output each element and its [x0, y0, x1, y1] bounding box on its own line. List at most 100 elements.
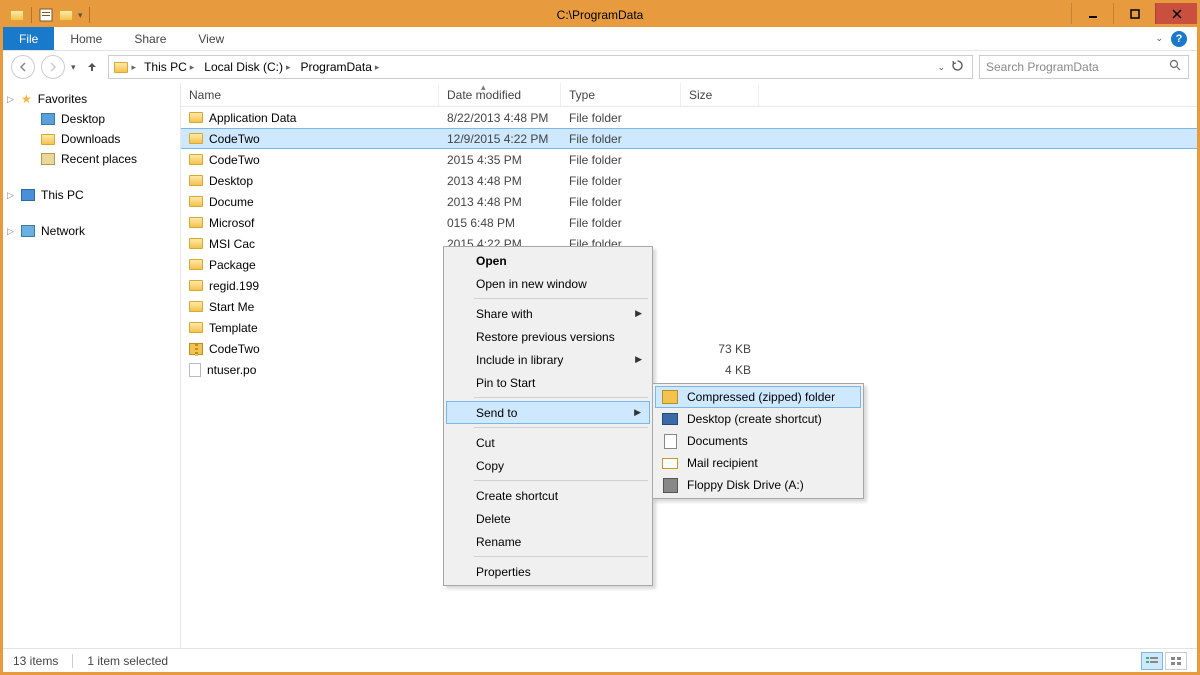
menu-item[interactable]: Restore previous versions	[446, 325, 650, 348]
folder-icon	[189, 196, 203, 207]
sort-indicator-icon: ▴	[481, 83, 486, 93]
file-type: File folder	[561, 153, 681, 167]
context-submenu: Compressed (zipped) folderDesktop (creat…	[652, 383, 864, 499]
menu-item[interactable]: Send to▶	[446, 401, 650, 424]
sidebar-favorites[interactable]: ▷★Favorites	[3, 89, 180, 109]
desktop-icon	[41, 113, 55, 125]
table-row[interactable]: MSI Cac2015 4:22 PMFile folder	[181, 233, 1197, 254]
tab-share[interactable]: Share	[118, 27, 182, 50]
network-icon	[21, 225, 35, 237]
tab-home[interactable]: Home	[54, 27, 118, 50]
table-row[interactable]: CodeTwo 2015 4:35 PMFile folder	[181, 149, 1197, 170]
table-row[interactable]: Microsof015 6:48 PMFile folder	[181, 212, 1197, 233]
refresh-icon[interactable]	[951, 59, 964, 75]
help-icon[interactable]: ?	[1171, 31, 1187, 47]
sidebar-item-downloads[interactable]: Downloads	[3, 129, 180, 149]
file-size: 4 KB	[681, 363, 759, 377]
window-title: C:\ProgramData	[557, 8, 644, 22]
menu-item[interactable]: Open	[446, 249, 650, 272]
addressbar[interactable]: ▸ This PC▸ Local Disk (C:)▸ ProgramData▸…	[108, 55, 973, 79]
folder-icon	[189, 322, 203, 333]
pc-icon	[21, 189, 35, 201]
table-row[interactable]: CodeTwo12/9/2015 4:22 PMFile folder	[181, 128, 1197, 149]
view-icons-button[interactable]	[1165, 652, 1187, 670]
close-button[interactable]	[1155, 3, 1197, 24]
view-details-button[interactable]	[1141, 652, 1163, 670]
menu-item[interactable]: Cut	[446, 431, 650, 454]
menu-item[interactable]: Create shortcut	[446, 484, 650, 507]
submenu-arrow-icon: ▶	[635, 308, 642, 319]
file-date: 2015 4:35 PM	[439, 153, 561, 167]
minimize-button[interactable]	[1071, 3, 1113, 24]
menu-item[interactable]: Open in new window	[446, 272, 650, 295]
newfolder-icon[interactable]	[58, 7, 74, 23]
col-name[interactable]: Name	[181, 83, 439, 106]
submenu-item[interactable]: Mail recipient	[655, 452, 861, 474]
table-row[interactable]: regid.199	[181, 275, 1197, 296]
folder-icon	[41, 134, 55, 145]
ribbon-expand-icon[interactable]: ⌄	[1155, 33, 1163, 44]
menu-item[interactable]: Properties	[446, 560, 650, 583]
table-row[interactable]: Package015 6:48 PMFile folder	[181, 254, 1197, 275]
breadcrumb-thispc[interactable]: This PC▸	[139, 56, 199, 78]
breadcrumb-programdata[interactable]: ProgramData▸	[296, 56, 385, 78]
context-menu: OpenOpen in new window Share with▶Restore…	[443, 246, 653, 586]
qat-dropdown-icon[interactable]: ▾	[78, 10, 83, 21]
submenu-arrow-icon: ▶	[634, 407, 641, 418]
table-row[interactable]: Start Me	[181, 296, 1197, 317]
submenu-item[interactable]: Compressed (zipped) folder	[655, 386, 861, 408]
file-type: File folder	[561, 216, 681, 230]
mail-icon	[661, 455, 679, 471]
table-row[interactable]: CodeTwo73 KB	[181, 338, 1197, 359]
breadcrumb-localdisk[interactable]: Local Disk (C:)▸	[199, 56, 295, 78]
file-type: File folder	[561, 174, 681, 188]
menu-separator	[474, 427, 648, 428]
file-name: regid.199	[209, 279, 259, 293]
history-dropdown-icon[interactable]: ▾	[71, 62, 76, 73]
search-input[interactable]: Search ProgramData	[979, 55, 1189, 79]
back-button[interactable]	[11, 55, 35, 79]
address-dropdown-icon[interactable]: ⌄	[937, 62, 945, 73]
menu-item[interactable]: Include in library▶	[446, 348, 650, 371]
table-row[interactable]: Application Data8/22/2013 4:48 PMFile fo…	[181, 107, 1197, 128]
menu-separator	[474, 480, 648, 481]
table-row[interactable]: Desktop2013 4:48 PMFile folder	[181, 170, 1197, 191]
col-size[interactable]: Size	[681, 83, 759, 106]
col-date[interactable]: Date modified	[439, 83, 561, 106]
search-icon	[1169, 59, 1182, 75]
menu-item[interactable]: Pin to Start	[446, 371, 650, 394]
file-name: Microsof	[209, 216, 254, 230]
file-type: File folder	[561, 111, 681, 125]
file-type: File folder	[561, 132, 681, 146]
file-name: CodeTwo	[209, 132, 260, 146]
submenu-item[interactable]: Floppy Disk Drive (A:)	[655, 474, 861, 496]
sidebar-network[interactable]: ▷Network	[3, 221, 180, 241]
window-controls	[1071, 3, 1197, 24]
zip-icon	[661, 389, 679, 405]
forward-button[interactable]	[41, 55, 65, 79]
col-type[interactable]: Type	[561, 83, 681, 106]
submenu-item[interactable]: Desktop (create shortcut)	[655, 408, 861, 430]
file-list: Application Data8/22/2013 4:48 PMFile fo…	[181, 107, 1197, 380]
statusbar: 13 items 1 item selected	[3, 648, 1197, 672]
up-button[interactable]	[82, 57, 102, 77]
menu-item[interactable]: Delete	[446, 507, 650, 530]
table-row[interactable]: ntuser.po4 KB	[181, 359, 1197, 380]
folder-icon	[189, 238, 203, 249]
tab-view[interactable]: View	[182, 27, 240, 50]
navigation-row: ▾ ▸ This PC▸ Local Disk (C:)▸ ProgramDat…	[3, 51, 1197, 83]
file-name: CodeTwo	[209, 153, 260, 167]
maximize-button[interactable]	[1113, 3, 1155, 24]
sidebar-item-desktop[interactable]: Desktop	[3, 109, 180, 129]
table-row[interactable]: Docume2013 4:48 PMFile folder	[181, 191, 1197, 212]
submenu-item[interactable]: Documents	[655, 430, 861, 452]
table-row[interactable]: Template	[181, 317, 1197, 338]
properties-icon[interactable]	[38, 7, 54, 23]
menu-item[interactable]: Rename	[446, 530, 650, 553]
menu-item[interactable]: Share with▶	[446, 302, 650, 325]
tab-file[interactable]: File	[3, 27, 54, 50]
menu-item[interactable]: Copy	[446, 454, 650, 477]
sidebar-thispc[interactable]: ▷This PC	[3, 185, 180, 205]
file-date: 8/22/2013 4:48 PM	[439, 111, 561, 125]
sidebar-item-recent[interactable]: Recent places	[3, 149, 180, 169]
